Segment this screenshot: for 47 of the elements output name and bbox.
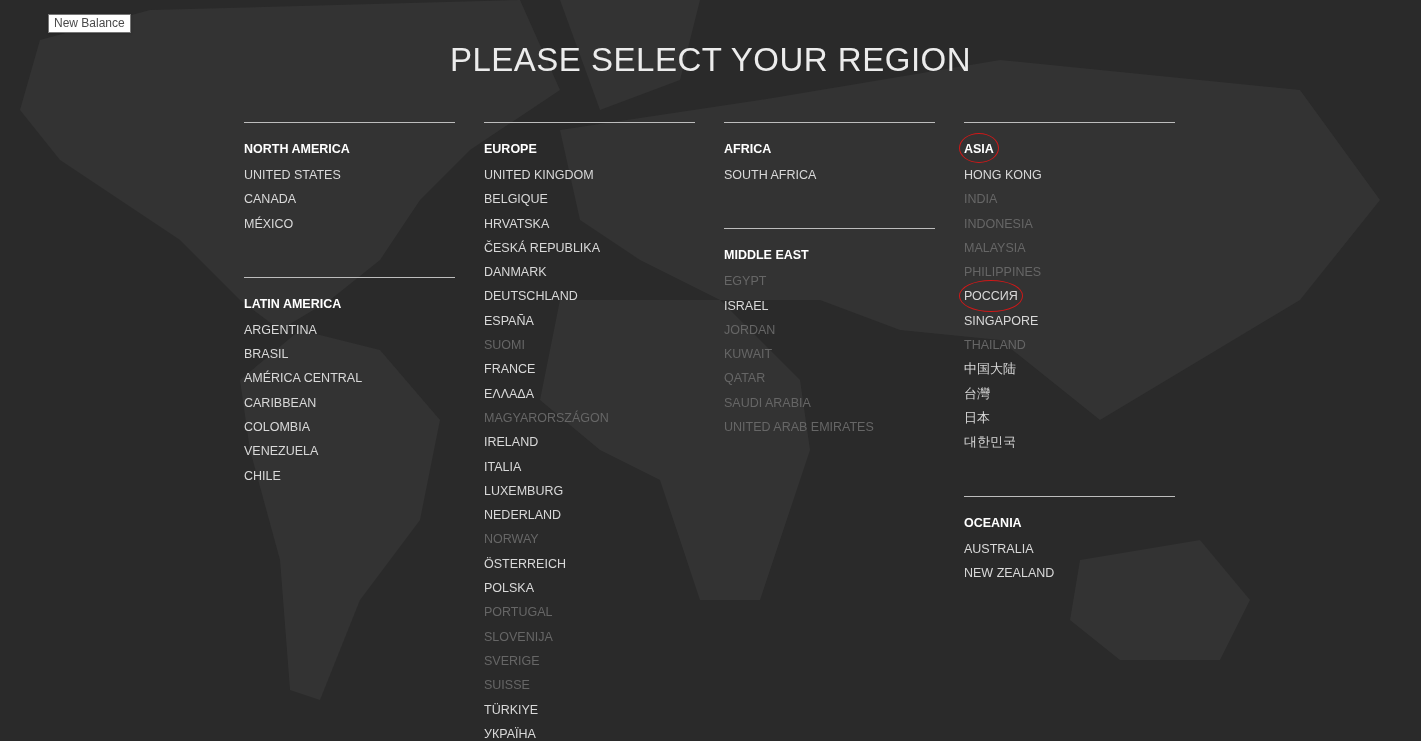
country-link[interactable]: РОССИЯ [964,289,1018,304]
country-link[interactable]: TÜRKIYE [484,702,539,717]
region-heading: NORTH AMERICA [244,142,350,156]
country-link[interactable]: BRASIL [244,347,289,362]
country-link[interactable]: NEW ZEALAND [964,565,1055,580]
country-link[interactable]: ITALIA [484,459,522,474]
country-link[interactable]: DEUTSCHLAND [484,289,578,304]
region-heading: OCEANIA [964,515,1022,530]
country-link[interactable]: ESPAÑA [484,313,534,328]
country-link[interactable]: VENEZUELA [244,444,319,459]
country-link[interactable]: BELGIQUE [484,192,548,207]
country-link[interactable]: 日本 [964,410,990,425]
country-link[interactable]: AMÉRICA CENTRAL [244,371,363,386]
country-link[interactable]: LUXEMBURG [484,483,564,498]
country-link[interactable]: CARIBBEAN [244,395,317,410]
region-heading: MIDDLE EAST [724,248,809,263]
region-heading: ASIA [964,142,994,156]
tooltip: New Balance [48,14,131,33]
country-link[interactable]: SINGAPORE [964,313,1039,328]
page-title: PLEASE SELECT YOUR REGION [449,40,972,80]
country-link[interactable]: HONG KONG [964,168,1042,182]
country-link[interactable]: HRVATSKA [484,216,550,231]
country-link[interactable]: ČESKÁ REPUBLIKA [484,240,600,255]
country-link[interactable]: ARGENTINA [244,322,317,337]
country-link[interactable]: DANMARK [484,265,547,280]
country-link[interactable]: UNITED KINGDOM [484,168,594,182]
country-link[interactable]: POLSKA [484,581,535,596]
region-heading: AFRICA [724,142,772,156]
country-link[interactable]: SOUTH AFRICA [724,168,817,182]
country-link[interactable]: MÉXICO [244,216,294,231]
country-link[interactable]: CANADA [244,192,297,207]
region-heading: LATIN AMERICA [244,296,342,311]
country-link[interactable]: УКРАЇНА [484,726,536,741]
country-link[interactable]: COLOMBIA [244,420,310,435]
region-heading: EUROPE [484,142,537,156]
country-link[interactable]: FRANCE [484,362,536,377]
country-link[interactable]: 台灣 [964,386,990,401]
country-link[interactable]: ISRAEL [724,298,769,313]
country-link[interactable]: UNITED STATES [244,168,341,182]
country-link[interactable]: 中国大陆 [964,362,1016,377]
country-link[interactable]: AUSTRALIA [964,541,1034,556]
country-link[interactable]: ΕΛΛΑΔΑ [484,386,535,401]
country-link[interactable]: IRELAND [484,435,539,450]
country-link[interactable]: CHILE [244,468,281,483]
country-link[interactable]: ÖSTERREICH [484,556,566,571]
country-link[interactable]: 대한민국 [964,435,1016,450]
country-link[interactable]: NEDERLAND [484,508,562,523]
